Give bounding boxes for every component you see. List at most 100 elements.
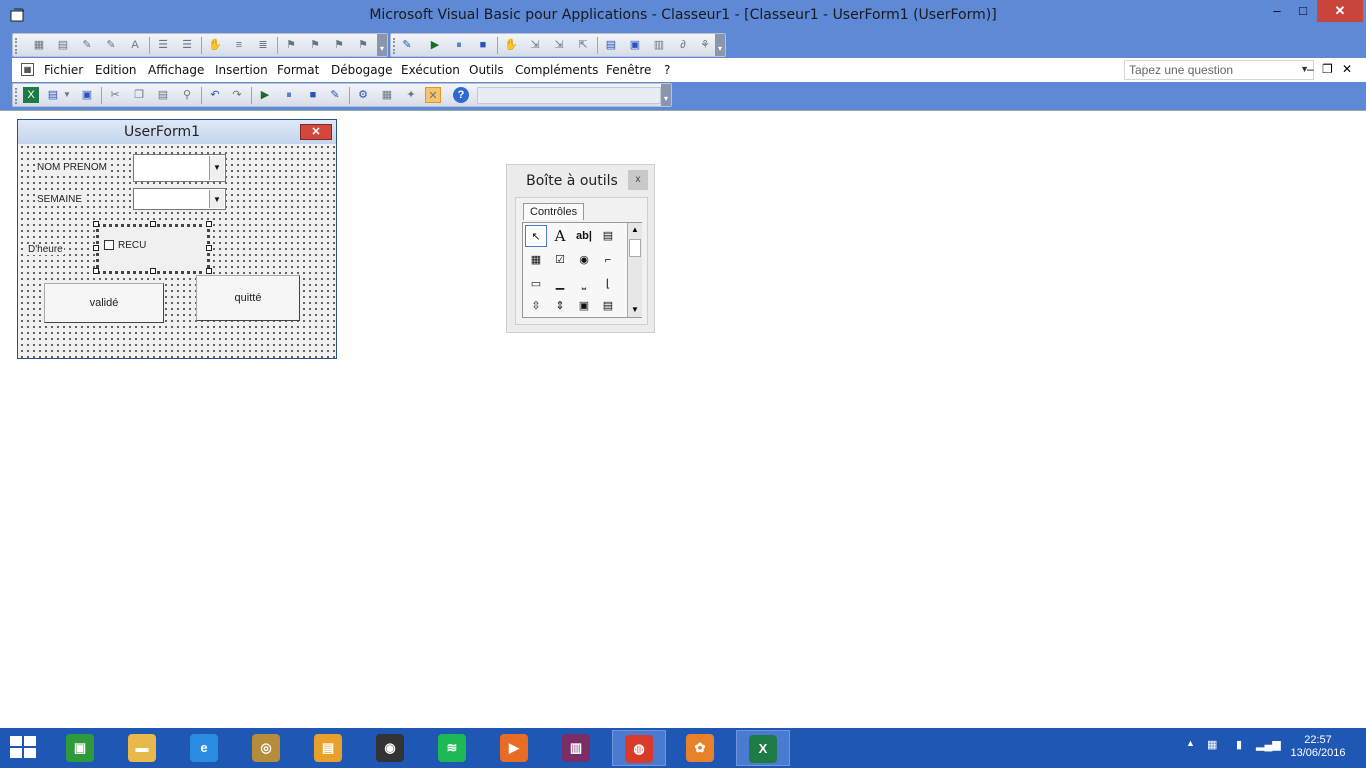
toolbar-grip[interactable] [393,38,397,54]
mdi-restore-button[interactable]: ❐ [1322,62,1333,76]
menu-window-icon[interactable]: ▦ [21,63,34,76]
resize-handle[interactable] [93,245,99,251]
menu-execution[interactable]: Exécution [401,63,460,77]
toolbox-window[interactable]: Boîte à outils x Contrôles ↖ A ab| ▤ ▦ ☑… [506,164,655,333]
taskbar-app-speaker-app[interactable]: ◉ [364,730,418,766]
resize-handle[interactable] [206,268,212,274]
break-icon[interactable]: ⏸ [451,37,467,53]
complete-word-icon[interactable]: A [127,37,143,53]
step-into-icon[interactable]: ⇲ [527,37,543,53]
taskbar-app-fl-studio[interactable]: ✿ [674,730,728,766]
refedit-tool[interactable]: ▤ [597,295,619,317]
toggle-bookmark-icon[interactable]: ⚑ [283,37,299,53]
combo-nom-prenom[interactable]: ▼ [133,154,226,182]
taskbar-app-media-player[interactable]: ▶ [488,730,542,766]
next-bookmark-icon[interactable]: ⚑ [307,37,323,53]
design-mode-icon[interactable]: ✎ [399,37,415,53]
reset-icon[interactable]: ■ [305,87,321,103]
resize-handle[interactable] [206,221,212,227]
action-center-icon[interactable]: ▦ [1207,738,1217,751]
start-button[interactable] [10,736,38,760]
resize-handle[interactable] [150,268,156,274]
maximize-button[interactable]: □ [1289,0,1317,22]
mdi-minimize-button[interactable]: ‒ [1307,62,1314,76]
resize-handle[interactable] [93,221,99,227]
undo-icon[interactable]: ↶ [207,87,223,103]
redo-icon[interactable]: ↷ [229,87,245,103]
checkbox-recu[interactable] [104,240,114,250]
pointer-tool[interactable]: ↖ [525,225,547,247]
menu-insertion[interactable]: Insertion [215,63,268,77]
userform-close-button[interactable]: ✕ [300,124,332,140]
button-quitte[interactable]: quitté [196,275,300,321]
close-button[interactable]: ✕ [1317,0,1363,22]
uncomment-block-icon[interactable]: ≣ [255,37,271,53]
scroll-down-icon[interactable]: ▼ [628,303,642,317]
mdi-close-button[interactable]: ✕ [1342,62,1352,76]
label-semaine[interactable]: SEMAINE [36,194,84,205]
toolbar-options-icon[interactable]: ▾ [715,34,725,56]
watch-window-icon[interactable]: ▥ [651,37,667,53]
scroll-thumb[interactable] [629,239,641,257]
image-tool[interactable]: ▣ [573,295,595,317]
taskbar-app-store[interactable]: ▣ [54,730,108,766]
object-browser-icon[interactable]: ✦ [403,87,419,103]
commandbutton-tool[interactable]: ▁ [549,273,571,295]
save-icon[interactable]: ▣ [79,87,95,103]
tray-chevron-icon[interactable]: ▲ [1186,738,1195,748]
chevron-down-icon[interactable]: ▼ [63,87,71,103]
clear-bookmarks-icon[interactable]: ⚑ [355,37,371,53]
immediate-window-icon[interactable]: ▣ [627,37,643,53]
help-icon[interactable]: ? [453,87,469,103]
scroll-up-icon[interactable]: ▲ [628,223,642,237]
toolbox-icon[interactable]: ✕ [425,87,441,103]
taskbar-app-excel[interactable]: X [736,730,790,766]
step-out-icon[interactable]: ⇱ [575,37,591,53]
taskbar-app-file-explorer[interactable]: ▬ [116,730,170,766]
taskbar-app-chrome[interactable]: ◍ [612,730,666,766]
chevron-down-icon[interactable]: ▼ [209,156,224,180]
list-constants-icon[interactable]: ▤ [55,37,71,53]
userform-titlebar[interactable]: UserForm1 ✕ [18,120,336,144]
toolbox-close-button[interactable]: x [628,170,648,190]
toggle-breakpoint-icon[interactable]: ✋ [207,37,223,53]
toolbar-grip[interactable] [15,88,19,104]
label-nom-prenom[interactable]: NOM PRENOM [36,162,108,173]
toolbar-options-icon[interactable]: ▾ [377,34,387,56]
properties-window-icon[interactable]: ▦ [379,87,395,103]
taskbar-app-internet-explorer[interactable]: e [178,730,232,766]
combo-semaine[interactable]: ▼ [133,188,226,210]
quick-info-icon[interactable]: ✎ [79,37,95,53]
togglebutton-tool[interactable]: ⌐ [597,249,619,271]
locals-window-icon[interactable]: ▤ [603,37,619,53]
multipage-tool[interactable]: ⌊ [597,273,619,295]
call-stack-icon[interactable]: ⚘ [697,37,713,53]
insert-userform-icon[interactable]: ▤ [45,87,61,103]
menu-fenetre[interactable]: Fenêtre [606,63,651,77]
run-icon[interactable]: ▶ [427,37,443,53]
cut-icon[interactable]: ✂ [107,87,123,103]
breakpoint-icon[interactable]: ✋ [503,37,519,53]
userform-body[interactable]: NOM PRENOM ▼ SEMAINE ▼ RECU D'heure vali… [19,144,335,358]
toolbox-scrollbar[interactable]: ▲ ▼ [627,223,642,317]
outdent-icon[interactable]: ☰ [179,37,195,53]
listbox-tool[interactable]: ▦ [525,249,547,271]
previous-bookmark-icon[interactable]: ⚑ [331,37,347,53]
menu-complements[interactable]: Compléments [515,63,598,77]
menu-format[interactable]: Format [277,63,319,77]
resize-handle[interactable] [93,268,99,274]
menu-edition[interactable]: Edition [95,63,137,77]
label-tool[interactable]: A [549,225,571,247]
textbox-tool[interactable]: ab| [573,225,595,247]
frame-tool[interactable]: ▭ [525,273,547,295]
quick-watch-icon[interactable]: ∂ [675,37,691,53]
combobox-tool[interactable]: ▤ [597,225,619,247]
minimize-button[interactable]: ‒ [1263,0,1291,22]
taskbar-app-app-gold[interactable]: ◎ [240,730,294,766]
reset-icon[interactable]: ■ [475,37,491,53]
optionbutton-tool[interactable]: ◉ [573,249,595,271]
break-icon[interactable]: ⏸ [281,87,297,103]
taskbar-app-notes-app[interactable]: ▤ [302,730,356,766]
menu-fichier[interactable]: Fichier [44,63,83,77]
scrollbar-tool[interactable]: ⇳ [525,295,547,317]
